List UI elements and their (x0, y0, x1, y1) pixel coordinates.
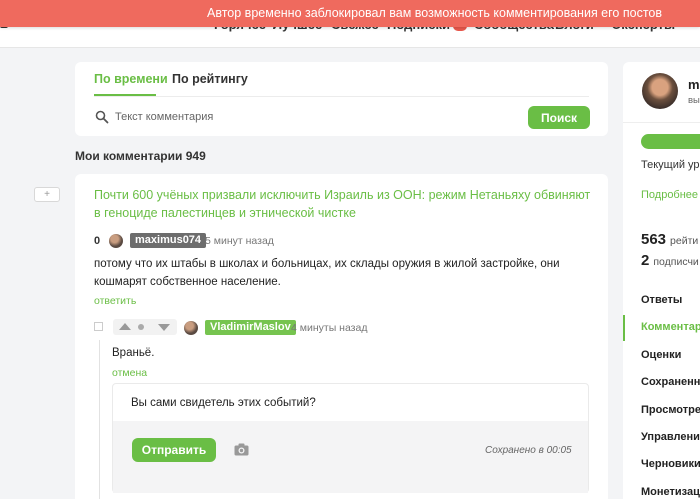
post-title-link[interactable]: Почти 600 учёных призвали исключить Изра… (94, 186, 594, 222)
profile-name[interactable]: m (688, 77, 700, 92)
active-tab-indicator (94, 94, 156, 96)
blocked-notice-banner: Автор временно заблокировал вам возможно… (0, 0, 700, 27)
subscribers-stat[interactable]: 2 подписчи (641, 252, 699, 270)
my-comments-heading: Мои комментарии 949 (75, 149, 206, 163)
sidebar-item-monetization[interactable]: Монетизаци (641, 486, 700, 498)
downvote-icon[interactable] (158, 324, 170, 331)
cancel-link[interactable]: отмена (112, 367, 147, 379)
collapse-thread-toggle[interactable] (94, 322, 103, 331)
reply-textarea[interactable]: Вы сами свидетель этих событий? (131, 397, 316, 409)
thread-line (99, 340, 100, 499)
sidebar-item-management[interactable]: Управление (641, 431, 700, 443)
rating-stat: 563 рейти (641, 231, 698, 249)
comment-card: Почти 600 учёных призвали исключить Изра… (75, 174, 608, 499)
search-button[interactable]: Поиск (528, 106, 590, 129)
current-level-label: Текущий уро (641, 159, 700, 171)
profile-avatar[interactable] (642, 73, 678, 109)
sidebar-item-ratings[interactable]: Оценки (641, 349, 681, 361)
search-icon (95, 110, 109, 124)
comment-time: 5 минут назад (205, 235, 274, 247)
sidebar-item-replies[interactable]: Ответы (641, 294, 682, 306)
subscribers-label: подписчи (653, 256, 699, 268)
my-comments-count: 949 (185, 149, 206, 163)
sidebar-item-viewed[interactable]: Просмотре (641, 404, 700, 416)
reply-form-footer: Отправить Сохранено в 00:05 (113, 421, 588, 493)
sidebar-item-drafts[interactable]: Черновики (641, 458, 700, 470)
more-link[interactable]: Подробнее (641, 189, 698, 201)
subscribers-value: 2 (641, 252, 650, 269)
avatar[interactable] (109, 234, 123, 248)
rating-label: рейти (670, 235, 699, 247)
send-button[interactable]: Отправить (132, 438, 216, 462)
reply-time: 4 минуты назад (291, 322, 368, 334)
reply-text: Враньё. (112, 347, 155, 359)
expand-button[interactable]: + (34, 187, 60, 202)
comment-text: потому что их штабы в школах и больницах… (94, 258, 560, 288)
tab-by-rating[interactable]: По рейтингу (172, 72, 248, 86)
draft-saved-status: Сохранено в 00:05 (485, 445, 572, 456)
vote-controls (113, 319, 177, 335)
tabs-divider (94, 96, 589, 97)
rating-value: 563 (641, 231, 667, 248)
reply-form: Вы сами свидетель этих событий? Отправит… (112, 383, 589, 493)
sidebar-item-saved[interactable]: Сохраненны (641, 376, 700, 388)
author-username[interactable]: maximus074 (130, 233, 207, 248)
active-menu-indicator (623, 315, 625, 341)
vote-neutral-dot (138, 324, 144, 330)
reply-author-username[interactable]: VladimirMaslov (205, 320, 296, 335)
comments-filter-card: По времени По рейтингу Поиск (75, 62, 608, 136)
comment-search-input[interactable] (115, 107, 515, 127)
level-progress-bar (641, 134, 700, 149)
sidebar-divider (623, 122, 700, 123)
profile-sidebar: m вы Текущий уро Подробнее 563 рейти 2 под… (623, 62, 700, 499)
sidebar-item-comments[interactable]: Комментари (641, 321, 700, 333)
reply-link[interactable]: ответить (94, 295, 136, 307)
profile-subtitle[interactable]: вы (688, 95, 700, 106)
camera-icon[interactable] (234, 443, 249, 456)
my-comments-label: Мои комментарии (75, 149, 183, 163)
tab-by-time[interactable]: По времени (94, 72, 168, 86)
reply-avatar[interactable] (184, 321, 198, 335)
comment-rating: 0 (94, 235, 101, 247)
upvote-icon[interactable] (119, 323, 131, 330)
